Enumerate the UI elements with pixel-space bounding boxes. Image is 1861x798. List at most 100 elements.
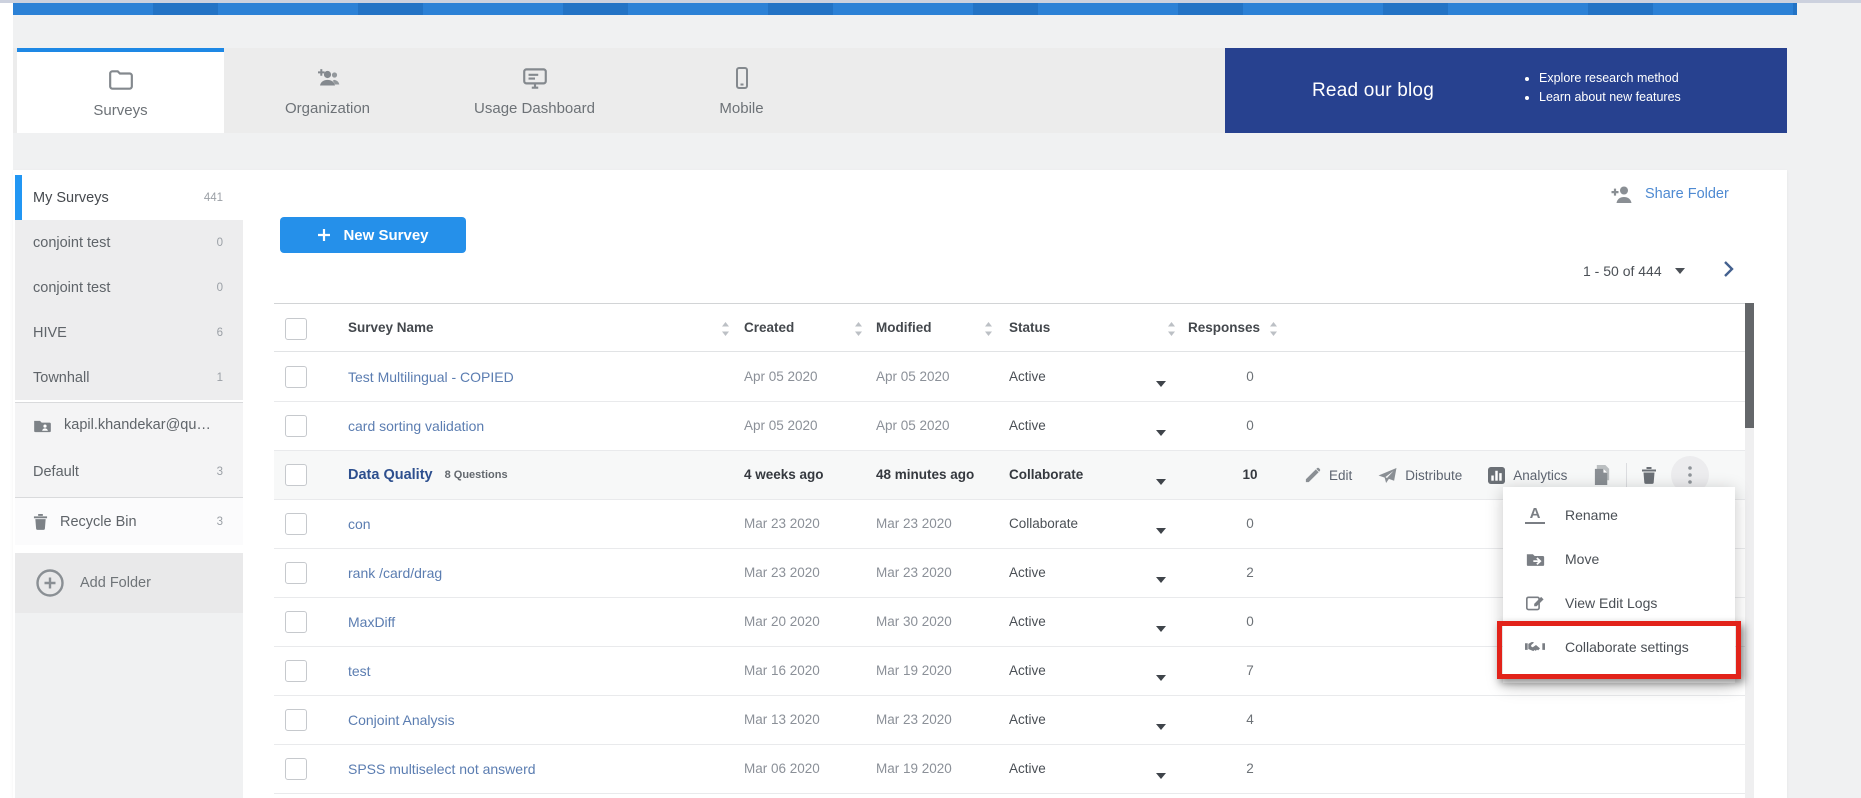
column-header-status[interactable]: Status — [1009, 304, 1050, 352]
created-cell: Mar 20 2020 — [744, 598, 820, 646]
menu-item-move[interactable]: Move — [1503, 537, 1735, 581]
row-checkbox[interactable] — [285, 611, 307, 633]
sort-icon[interactable] — [984, 322, 993, 341]
pagination-control[interactable]: 1 - 50 of 444 — [1583, 258, 1685, 284]
menu-item-view-edit-logs[interactable]: View Edit Logs — [1503, 581, 1735, 625]
created-cell: Mar 06 2020 — [744, 745, 820, 793]
status-dropdown-caret[interactable] — [1156, 472, 1166, 490]
sidebar-item-label: Default — [33, 464, 205, 480]
status-dropdown-caret[interactable] — [1156, 766, 1166, 784]
row-checkbox[interactable] — [285, 562, 307, 584]
blog-banner-title[interactable]: Read our blog — [1312, 48, 1434, 133]
sort-icon[interactable] — [1269, 322, 1278, 341]
share-folder-label: Share Folder — [1645, 186, 1729, 202]
tab-mobile[interactable]: Mobile — [638, 48, 845, 133]
modified-cell: Apr 05 2020 — [876, 402, 950, 450]
sidebar-item-townhall[interactable]: Townhall 1 — [15, 355, 243, 400]
trash-icon — [1641, 466, 1657, 484]
share-folder-button[interactable]: Share Folder — [1610, 184, 1729, 204]
folders-sidebar: My Surveys 441 conjoint test 0 conjoint … — [15, 175, 243, 798]
survey-name-link[interactable]: Data Quality — [348, 467, 433, 483]
row-checkbox[interactable] — [285, 464, 307, 486]
sort-icon[interactable] — [721, 322, 730, 341]
analytics-button[interactable]: Analytics — [1488, 467, 1567, 484]
tab-label: Surveys — [93, 102, 147, 119]
survey-name-link[interactable]: Conjoint Analysis — [348, 712, 455, 728]
column-header-created[interactable]: Created — [744, 304, 794, 352]
distribute-button[interactable]: Distribute — [1378, 467, 1462, 484]
row-checkbox[interactable] — [285, 758, 307, 780]
status-dropdown-caret[interactable] — [1156, 570, 1166, 588]
edit-button[interactable]: Edit — [1304, 467, 1352, 484]
table-row: Test Multilingual - COPIED Apr 05 2020 A… — [274, 353, 1745, 402]
banner-bullet: Explore research method — [1539, 71, 1681, 85]
next-page-button[interactable] — [1713, 254, 1743, 284]
survey-name-link[interactable]: card sorting validation — [348, 418, 484, 434]
status-cell: Active — [1009, 745, 1046, 793]
tab-usage-dashboard[interactable]: Usage Dashboard — [431, 48, 638, 133]
responses-cell: 2 — [1200, 549, 1300, 597]
modified-cell: Mar 19 2020 — [876, 647, 952, 695]
new-survey-button[interactable]: New Survey — [280, 217, 466, 253]
copy-icon — [1593, 465, 1612, 485]
sort-icon[interactable] — [1167, 322, 1176, 341]
sidebar-item-default[interactable]: Default 3 — [15, 447, 243, 497]
survey-name-link[interactable]: MaxDiff — [348, 614, 395, 630]
survey-name-link[interactable]: SPSS multiselect not answerd — [348, 761, 536, 777]
survey-name-link[interactable]: Test Multilingual - COPIED — [348, 369, 514, 385]
primary-tabbar: Surveys Organization Usage Dashboard Mob… — [13, 48, 1787, 133]
status-dropdown-caret[interactable] — [1156, 521, 1166, 539]
copy-button[interactable] — [1593, 465, 1612, 485]
status-dropdown-caret[interactable] — [1156, 717, 1166, 735]
select-all-checkbox[interactable] — [285, 318, 307, 340]
column-header-responses[interactable]: Responses — [1188, 304, 1260, 352]
menu-item-label: View Edit Logs — [1565, 595, 1657, 611]
rename-icon: A — [1525, 506, 1545, 524]
row-checkbox[interactable] — [285, 709, 307, 731]
survey-name-link[interactable]: con — [348, 516, 371, 532]
sidebar-item-count: 3 — [217, 466, 223, 478]
responses-cell: 0 — [1200, 402, 1300, 450]
table-scrollbar-thumb[interactable] — [1745, 303, 1754, 428]
banner-bullet: Learn about new features — [1539, 90, 1681, 104]
row-checkbox[interactable] — [285, 366, 307, 388]
survey-name-link[interactable]: test — [348, 663, 371, 679]
pencil-icon — [1304, 467, 1321, 484]
row-checkbox[interactable] — [285, 513, 307, 535]
sidebar-item-count: 3 — [217, 516, 223, 528]
survey-name-link[interactable]: rank /card/drag — [348, 565, 442, 581]
table-row: Conjoint Analysis Mar 13 2020 Mar 23 202… — [274, 696, 1745, 745]
menu-item-collaborate-settings[interactable]: Collaborate settings — [1503, 625, 1735, 669]
sidebar-item-conjoint-test-2[interactable]: conjoint test 0 — [15, 265, 243, 310]
column-header-modified[interactable]: Modified — [876, 304, 932, 352]
delete-button[interactable] — [1641, 466, 1657, 484]
column-header-survey-name[interactable]: Survey Name — [348, 304, 434, 352]
tab-surveys[interactable]: Surveys — [17, 48, 224, 133]
sidebar-item-hive[interactable]: HIVE 6 — [15, 310, 243, 355]
status-dropdown-caret[interactable] — [1156, 619, 1166, 637]
sidebar-item-my-surveys[interactable]: My Surveys 441 — [15, 175, 243, 220]
status-dropdown-caret[interactable] — [1156, 374, 1166, 392]
person-add-group-icon — [313, 65, 343, 91]
status-dropdown-caret[interactable] — [1156, 423, 1166, 441]
row-checkbox[interactable] — [285, 660, 307, 682]
modified-cell: Mar 30 2020 — [876, 598, 952, 646]
add-folder-label: Add Folder — [80, 575, 151, 591]
status-dropdown-caret[interactable] — [1156, 668, 1166, 686]
sidebar-item-count: 0 — [217, 237, 223, 249]
sort-icon[interactable] — [854, 322, 863, 341]
sidebar-item-recycle-bin[interactable]: Recycle Bin 3 — [15, 497, 243, 545]
paper-plane-icon — [1378, 467, 1397, 484]
status-cell: Active — [1009, 598, 1046, 646]
sidebar-item-shared-account-folder[interactable]: kapil.khandekar@que… — [15, 402, 243, 447]
menu-item-rename[interactable]: A Rename — [1503, 493, 1735, 537]
sidebar-item-conjoint-test-1[interactable]: conjoint test 0 — [15, 220, 243, 265]
row-checkbox[interactable] — [285, 415, 307, 437]
table-scrollbar-track[interactable] — [1745, 303, 1754, 798]
created-cell: Apr 05 2020 — [744, 402, 818, 450]
modified-cell: Mar 23 2020 — [876, 696, 952, 744]
edit-logs-icon — [1525, 594, 1545, 612]
new-survey-label: New Survey — [343, 227, 428, 244]
add-folder-button[interactable]: Add Folder — [15, 553, 243, 613]
tab-organization[interactable]: Organization — [224, 48, 431, 133]
